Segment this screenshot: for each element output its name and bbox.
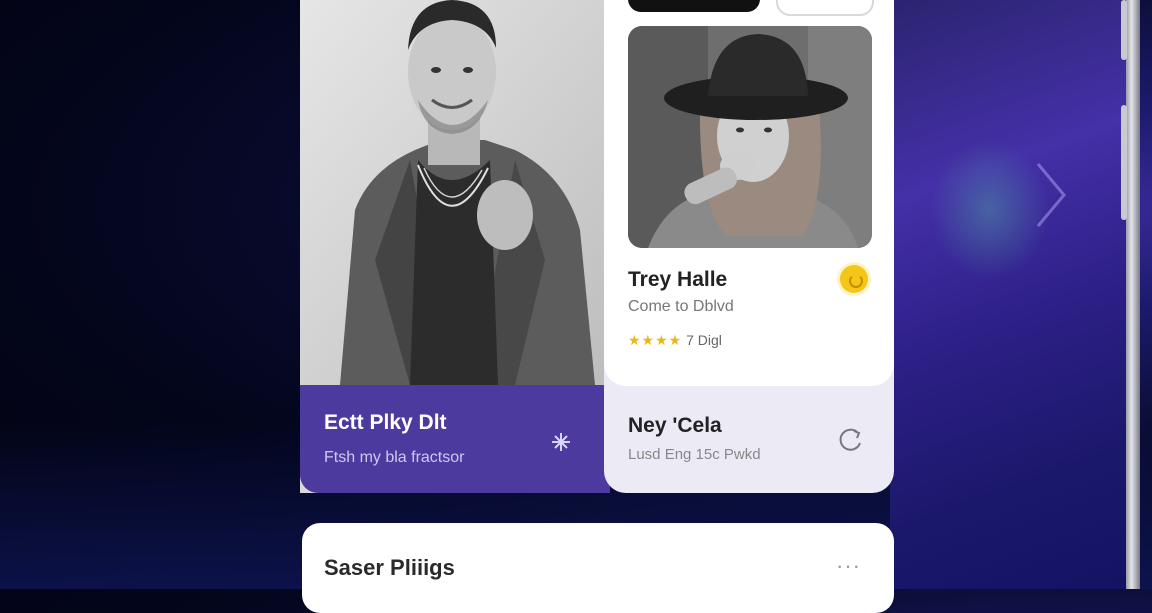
profile-rating: ★★★★ 7 Digl (628, 332, 722, 349)
secondary-subtitle: Lusd Eng 15c Pwkd (628, 446, 761, 463)
profile-card[interactable]: Trey Halle Come to Dblvd ★★★★ 7 Digl Ney… (604, 0, 894, 493)
filter-pill-active[interactable] (628, 0, 760, 12)
profile-photo-woman (628, 26, 872, 248)
profile-name: Trey Halle (628, 268, 728, 291)
phone-side-button (1121, 105, 1127, 220)
refresh-icon[interactable] (836, 425, 866, 455)
section-card[interactable]: Saser Pliiigs ··· (302, 523, 894, 613)
secondary-title: Ney 'Cela (628, 414, 722, 437)
featured-subtitle: Ftsh my bla fractsor (324, 449, 465, 466)
star-rating-icon: ★★★★ (628, 332, 683, 348)
filter-pill[interactable] (776, 0, 874, 16)
phone-side-button (1121, 0, 1127, 60)
profile-subtitle: Come to Dblvd (628, 298, 734, 315)
featured-caption: Ectt Plky Dlt Ftsh my bla fractsor (300, 385, 610, 493)
featured-title: Ectt Plky Dlt (324, 411, 447, 434)
phone-frame-edge (1126, 0, 1140, 589)
profile-photo-man (300, 0, 610, 385)
more-horizontal-icon[interactable]: ··· (836, 553, 861, 579)
section-title: Saser Pliiigs (324, 555, 455, 580)
yellow-badge-icon[interactable] (840, 265, 868, 293)
profile-card-main: Trey Halle Come to Dblvd ★★★★ 7 Digl (604, 0, 894, 386)
featured-profile-card[interactable]: Ectt Plky Dlt Ftsh my bla fractsor (300, 0, 610, 493)
next-page-preview (890, 0, 1130, 589)
rating-text: 7 Digl (686, 332, 722, 348)
sparkle-icon[interactable] (550, 431, 572, 453)
chevron-right-icon[interactable] (1030, 160, 1070, 230)
